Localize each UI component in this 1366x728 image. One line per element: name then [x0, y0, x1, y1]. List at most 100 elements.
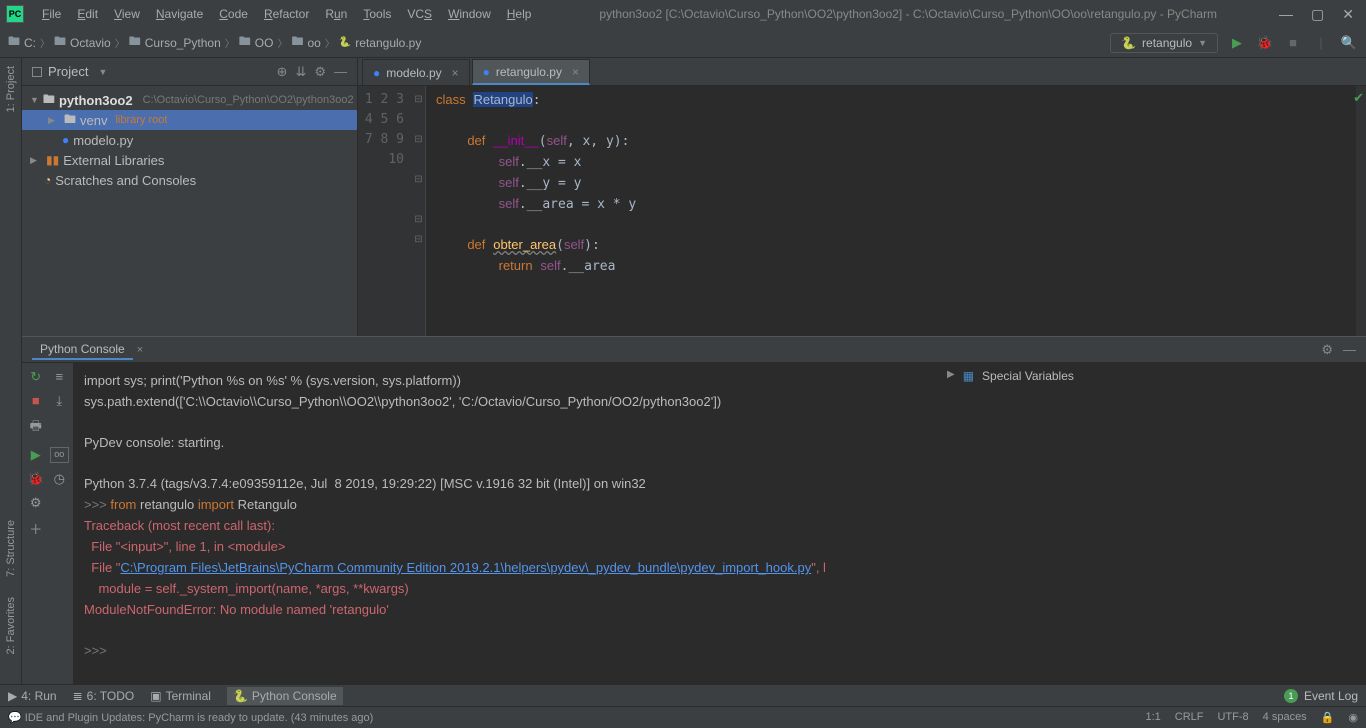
terminal-tool-button[interactable]: ▣ Terminal: [150, 689, 211, 703]
locate-icon[interactable]: ⊕: [277, 64, 288, 80]
stop-button[interactable]: ■: [1284, 35, 1302, 50]
menu-navigate[interactable]: Navigate: [150, 5, 209, 23]
console-toolbar: ↻ ≡ ■ ⤓ 🖶 ▶ oo 🐞 ◷ ⚙ ＋: [22, 363, 74, 684]
breadcrumb-item[interactable]: C:: [24, 36, 36, 50]
menu-help[interactable]: Help: [501, 5, 538, 23]
notification-icon[interactable]: 💬: [8, 711, 22, 724]
close-icon[interactable]: ✕: [1342, 6, 1354, 23]
main-menu: File Edit View Navigate Code Refactor Ru…: [36, 5, 537, 23]
breadcrumb-item[interactable]: retangulo.py: [355, 36, 421, 50]
special-variables-label[interactable]: Special Variables: [982, 369, 1074, 383]
folder-icon: 🖿: [8, 32, 20, 53]
close-tab-icon[interactable]: ×: [572, 65, 579, 79]
history-icon[interactable]: ◷: [50, 471, 70, 487]
pycharm-icon: PC: [6, 5, 24, 23]
scroll-icon[interactable]: ⤓: [50, 393, 70, 409]
hide-icon[interactable]: —: [1343, 342, 1356, 358]
favorites-tool-button[interactable]: 2: Favorites: [5, 597, 17, 654]
menu-run[interactable]: Run: [319, 5, 353, 23]
settings-icon[interactable]: ⚙: [26, 495, 46, 511]
collapse-icon[interactable]: ⇊: [295, 64, 306, 80]
tree-scratches[interactable]: ◔ Scratches and Consoles: [22, 170, 357, 190]
run-button[interactable]: ▶: [1228, 35, 1246, 51]
chevron-right-icon[interactable]: ▶: [947, 369, 955, 380]
event-log-button[interactable]: Event Log: [1304, 689, 1358, 703]
window-title: python3oo2 [C:\Octavio\Curso_Python\OO2\…: [537, 7, 1279, 21]
todo-tool-button[interactable]: ≣ 6: TODO: [73, 689, 135, 703]
project-tool-button[interactable]: 1: Project: [5, 66, 17, 112]
structure-tool-button[interactable]: 7: Structure: [5, 520, 17, 577]
chevron-right-icon[interactable]: ▶: [30, 155, 42, 166]
line-separator[interactable]: CRLF: [1175, 711, 1204, 724]
debug-icon[interactable]: 🐞: [26, 471, 46, 487]
chevron-down-icon: ▼: [98, 67, 107, 77]
breadcrumb-item[interactable]: Curso_Python: [145, 36, 221, 50]
menu-window[interactable]: Window: [442, 5, 497, 23]
breadcrumb-item[interactable]: OO: [255, 36, 274, 50]
code-editor[interactable]: 1 2 3 4 5 6 7 8 9 10 ⊟ ⊟ ⊟ ⊟ ⊟ class Ret…: [358, 86, 1366, 336]
menu-edit[interactable]: Edit: [71, 5, 104, 23]
grid-icon: ▦: [963, 369, 974, 383]
file-encoding[interactable]: UTF-8: [1217, 711, 1248, 724]
file-link[interactable]: C:\Program Files\JetBrains\PyCharm Commu…: [120, 560, 811, 575]
stop-icon[interactable]: ■: [26, 393, 46, 409]
close-tab-icon[interactable]: ×: [452, 66, 459, 80]
code-content[interactable]: class Retangulo: def __init__(self, x, y…: [426, 86, 1356, 336]
python-file-icon: ●: [373, 66, 380, 80]
wrap-icon[interactable]: ≡: [50, 369, 70, 385]
lock-icon[interactable]: 🔒: [1321, 711, 1335, 724]
maximize-icon[interactable]: ▢: [1311, 6, 1324, 23]
python-console-tool-button[interactable]: 🐍 Python Console: [227, 687, 343, 705]
menu-code[interactable]: Code: [213, 5, 254, 23]
event-log-badge: 1: [1284, 689, 1298, 703]
tab-retangulo[interactable]: ● retangulo.py ×: [472, 59, 590, 85]
python-file-icon: 🐍: [339, 37, 351, 48]
debug-button[interactable]: 🐞: [1256, 35, 1274, 51]
python-icon: 🐍: [1121, 36, 1136, 50]
chevron-down-icon[interactable]: ▼: [30, 95, 39, 105]
hide-icon[interactable]: —: [334, 64, 347, 80]
console-output[interactable]: import sys; print('Python %s on %s' % (s…: [74, 363, 936, 684]
rerun-icon[interactable]: ↻: [26, 369, 46, 385]
folder-icon: 🖿: [291, 32, 303, 53]
menu-refactor[interactable]: Refactor: [258, 5, 315, 23]
menu-view[interactable]: View: [108, 5, 146, 23]
tree-file-modelo[interactable]: ● modelo.py: [22, 130, 357, 150]
run-configuration-dropdown[interactable]: 🐍 retangulo ▼: [1110, 33, 1218, 53]
tree-root[interactable]: ▼ 🖿 python3oo2 C:\Octavio\Curso_Python\O…: [22, 90, 357, 110]
search-everywhere-button[interactable]: 🔍: [1340, 35, 1358, 51]
project-view-icon: [32, 67, 42, 77]
titlebar: PC File Edit View Navigate Code Refactor…: [0, 0, 1366, 28]
play-icon[interactable]: ▶: [26, 447, 46, 463]
gear-icon[interactable]: ⚙: [1321, 342, 1333, 358]
menu-vcs[interactable]: VCS: [401, 5, 438, 23]
breadcrumb-item[interactable]: Octavio: [70, 36, 111, 50]
run-tool-button[interactable]: ▶ 4: Run: [8, 689, 57, 703]
breadcrumb-item[interactable]: oo: [307, 36, 320, 50]
menu-tools[interactable]: Tools: [357, 5, 397, 23]
chevron-right-icon[interactable]: ▶: [48, 115, 60, 126]
tree-venv[interactable]: ▶ 🖿 venv library root: [22, 110, 357, 130]
tree-external-libraries[interactable]: ▶ ▮▮ External Libraries: [22, 150, 357, 170]
run-config-name: retangulo: [1142, 36, 1192, 50]
python-file-icon: ●: [62, 133, 69, 147]
inspection-ok-icon[interactable]: ✔: [1353, 90, 1364, 106]
add-icon[interactable]: ＋: [26, 519, 46, 538]
folder-icon: 🖿: [129, 32, 141, 53]
inspector-icon[interactable]: ◉: [1348, 711, 1358, 724]
close-console-tab-icon[interactable]: ×: [137, 344, 143, 356]
folder-icon: 🖿: [54, 32, 66, 53]
status-bar: 💬 IDE and Plugin Updates: PyCharm is rea…: [0, 706, 1366, 728]
minimize-icon[interactable]: —: [1279, 6, 1293, 23]
caret-position[interactable]: 1:1: [1145, 711, 1160, 724]
print-icon[interactable]: 🖶: [26, 417, 46, 439]
project-panel-title[interactable]: Project ▼: [32, 64, 107, 79]
libraries-icon: ▮▮: [46, 153, 59, 167]
tab-modelo[interactable]: ● modelo.py ×: [362, 59, 470, 85]
gear-icon[interactable]: ⚙: [314, 64, 326, 80]
menu-file[interactable]: File: [36, 5, 67, 23]
line-number-gutter: 1 2 3 4 5 6 7 8 9 10: [358, 86, 412, 336]
indent-settings[interactable]: 4 spaces: [1263, 711, 1307, 724]
var-icon[interactable]: oo: [50, 447, 70, 463]
console-tab[interactable]: Python Console: [32, 340, 133, 360]
